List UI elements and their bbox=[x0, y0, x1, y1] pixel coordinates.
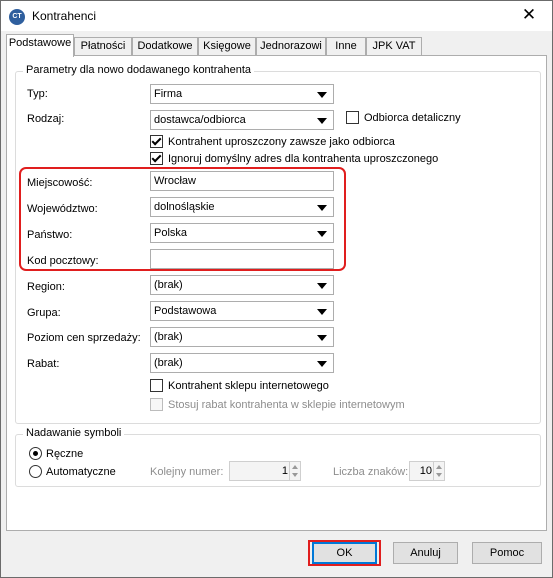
close-icon[interactable]: ✕ bbox=[517, 4, 541, 26]
rabat-sklep-checkbox[interactable] bbox=[150, 398, 163, 411]
grupa-value: Podstawowa bbox=[154, 305, 217, 317]
chevron-down-icon bbox=[317, 309, 327, 315]
rabat-value: (brak) bbox=[154, 357, 183, 369]
ok-button[interactable]: OK bbox=[312, 542, 377, 564]
spin-up-icon bbox=[436, 465, 442, 469]
odbiorca-detaliczny-checkbox[interactable] bbox=[346, 111, 359, 124]
uproszczony-odbiorca-checkbox[interactable] bbox=[150, 135, 163, 148]
app-logo-icon: CT bbox=[9, 9, 25, 25]
rodzaj-select[interactable]: dostawca/odbiorca bbox=[150, 110, 334, 130]
automatyczne-label: Automatyczne bbox=[46, 466, 116, 478]
chevron-down-icon bbox=[317, 361, 327, 367]
region-select[interactable]: (brak) bbox=[150, 275, 334, 295]
reczne-radio[interactable] bbox=[29, 447, 42, 460]
tab-dodatkowe[interactable]: Dodatkowe bbox=[132, 37, 198, 56]
cancel-button[interactable]: Anuluj bbox=[393, 542, 458, 564]
poziom-cen-label: Poziom cen sprzedaży: bbox=[27, 332, 141, 344]
spinner-buttons[interactable] bbox=[289, 462, 300, 480]
title-bar: CT Kontrahenci ✕ bbox=[1, 1, 552, 31]
address-highlight-box bbox=[19, 167, 346, 271]
liczba-znakow-value: 10 bbox=[419, 465, 432, 477]
symbols-legend: Nadawanie symboli bbox=[23, 427, 125, 439]
rodzaj-label: Rodzaj: bbox=[27, 113, 65, 125]
rabat-label: Rabat: bbox=[27, 358, 60, 370]
typ-value: Firma bbox=[154, 88, 183, 100]
reczne-label: Ręczne bbox=[46, 448, 84, 460]
grupa-label: Grupa: bbox=[27, 307, 61, 319]
spinner-buttons[interactable] bbox=[433, 462, 444, 480]
chevron-down-icon bbox=[317, 118, 327, 124]
tab-ksiegowe[interactable]: Księgowe bbox=[198, 37, 256, 56]
ok-highlight-box: OK bbox=[308, 540, 381, 566]
kolejny-numer-value: 1 bbox=[281, 465, 288, 477]
chevron-down-icon bbox=[317, 283, 327, 289]
window-title: Kontrahenci bbox=[32, 9, 97, 23]
spin-down-icon bbox=[436, 473, 442, 477]
automatyczne-radio[interactable] bbox=[29, 465, 42, 478]
sklep-label: Kontrahent sklepu internetowego bbox=[168, 380, 329, 392]
uproszczony-odbiorca-label: Kontrahent uproszczony zawsze jako odbio… bbox=[168, 136, 395, 148]
rabat-select[interactable]: (brak) bbox=[150, 353, 334, 373]
liczba-znakow-spinner[interactable]: 10 bbox=[409, 461, 445, 481]
typ-label: Typ: bbox=[27, 88, 48, 100]
liczba-znakow-label: Liczba znaków: bbox=[333, 466, 409, 478]
tab-podstawowe[interactable]: Podstawowe bbox=[6, 34, 74, 57]
kontrahenci-dialog: CT Kontrahenci ✕ Podstawowe Płatności Do… bbox=[0, 0, 553, 578]
tab-inne[interactable]: Inne bbox=[326, 37, 366, 56]
tab-platnosci[interactable]: Płatności bbox=[74, 37, 132, 56]
region-value: (brak) bbox=[154, 279, 183, 291]
tab-jpk-vat[interactable]: JPK VAT bbox=[366, 37, 422, 56]
chevron-down-icon bbox=[317, 92, 327, 98]
params-legend: Parametry dla nowo dodawanego kontrahent… bbox=[23, 64, 255, 76]
ignoruj-adres-checkbox[interactable] bbox=[150, 152, 163, 165]
odbiorca-detaliczny-label: Odbiorca detaliczny bbox=[364, 112, 461, 124]
rodzaj-value: dostawca/odbiorca bbox=[154, 114, 246, 126]
kolejny-numer-spinner[interactable]: 1 bbox=[229, 461, 301, 481]
spin-up-icon bbox=[292, 465, 298, 469]
region-label: Region: bbox=[27, 281, 65, 293]
poziom-cen-value: (brak) bbox=[154, 331, 183, 343]
tab-jednorazowi[interactable]: Jednorazowi bbox=[256, 37, 326, 56]
spin-down-icon bbox=[292, 473, 298, 477]
ignoruj-adres-label: Ignoruj domyślny adres dla kontrahenta u… bbox=[168, 153, 439, 165]
rabat-sklep-label: Stosuj rabat kontrahenta w sklepie inter… bbox=[168, 399, 405, 411]
typ-select[interactable]: Firma bbox=[150, 84, 334, 104]
poziom-cen-select[interactable]: (brak) bbox=[150, 327, 334, 347]
grupa-select[interactable]: Podstawowa bbox=[150, 301, 334, 321]
sklep-checkbox[interactable] bbox=[150, 379, 163, 392]
kolejny-numer-label: Kolejny numer: bbox=[150, 466, 224, 478]
chevron-down-icon bbox=[317, 335, 327, 341]
help-button[interactable]: Pomoc bbox=[472, 542, 542, 564]
